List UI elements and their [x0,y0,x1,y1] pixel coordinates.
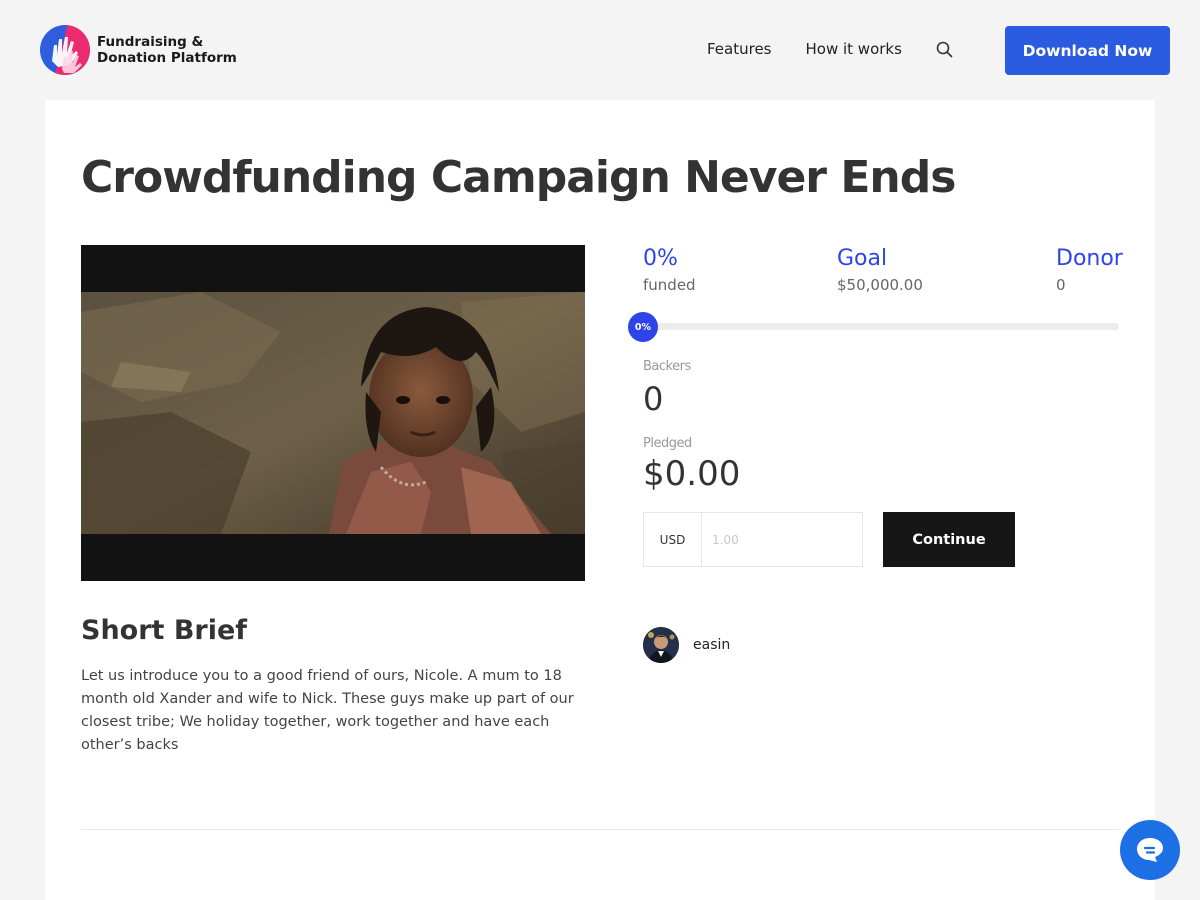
brand-name: Fundraising & Donation Platform [97,34,237,66]
main-nav: Features How it works [707,40,954,58]
campaign-media[interactable] [81,245,585,581]
goal-label: Goal [837,246,888,271]
campaign-card: Crowdfunding Campaign Never Ends 0% fund… [45,100,1155,900]
nav-link-how-it-works[interactable]: How it works [806,40,902,58]
download-now-button[interactable]: Download Now [1005,26,1170,75]
brand-logo-icon [40,25,90,75]
pledge-amount-group: USD [643,512,863,567]
campaign-author[interactable]: easin [643,627,730,663]
continue-button[interactable]: Continue [883,512,1015,567]
nav-link-features[interactable]: Features [707,40,772,58]
pledge-amount-input[interactable] [702,513,862,566]
short-brief-text: Let us introduce you to a good friend of… [81,668,574,753]
pledged-label: Pledged [643,436,692,451]
goal-amount: $50,000.00 [837,276,923,294]
avatar [643,627,679,663]
pledged-amount: $0.00 [643,454,741,494]
brand-name-line2: Donation Platform [97,50,237,66]
site-header: Fundraising & Donation Platform Features… [0,0,1200,100]
stat-goal: Goal $50,000.00 [837,245,923,294]
author-name: easin [693,637,731,653]
funded-percent: 0% [643,246,678,271]
section-divider [81,829,1119,830]
brand-logo[interactable]: Fundraising & Donation Platform [40,25,237,75]
funding-progress-bar [643,323,1119,330]
currency-label: USD [644,513,702,566]
funding-progress-badge: 0% [628,312,658,342]
backers-label: Backers [643,359,691,374]
brand-name-line1: Fundraising & [97,34,204,50]
donor-count: 0 [1056,276,1066,294]
search-icon[interactable] [936,40,954,58]
donor-label: Donor [1056,246,1123,271]
campaign-photo [81,292,585,534]
funded-label: funded [643,276,696,294]
stat-donor: Donor 0 [1056,245,1123,294]
page-title: Crowdfunding Campaign Never Ends [81,152,956,203]
backers-count: 0 [643,380,664,418]
stat-funded: 0% funded [643,245,696,294]
chat-icon[interactable] [1120,820,1180,880]
short-brief-heading: Short Brief [81,615,248,646]
